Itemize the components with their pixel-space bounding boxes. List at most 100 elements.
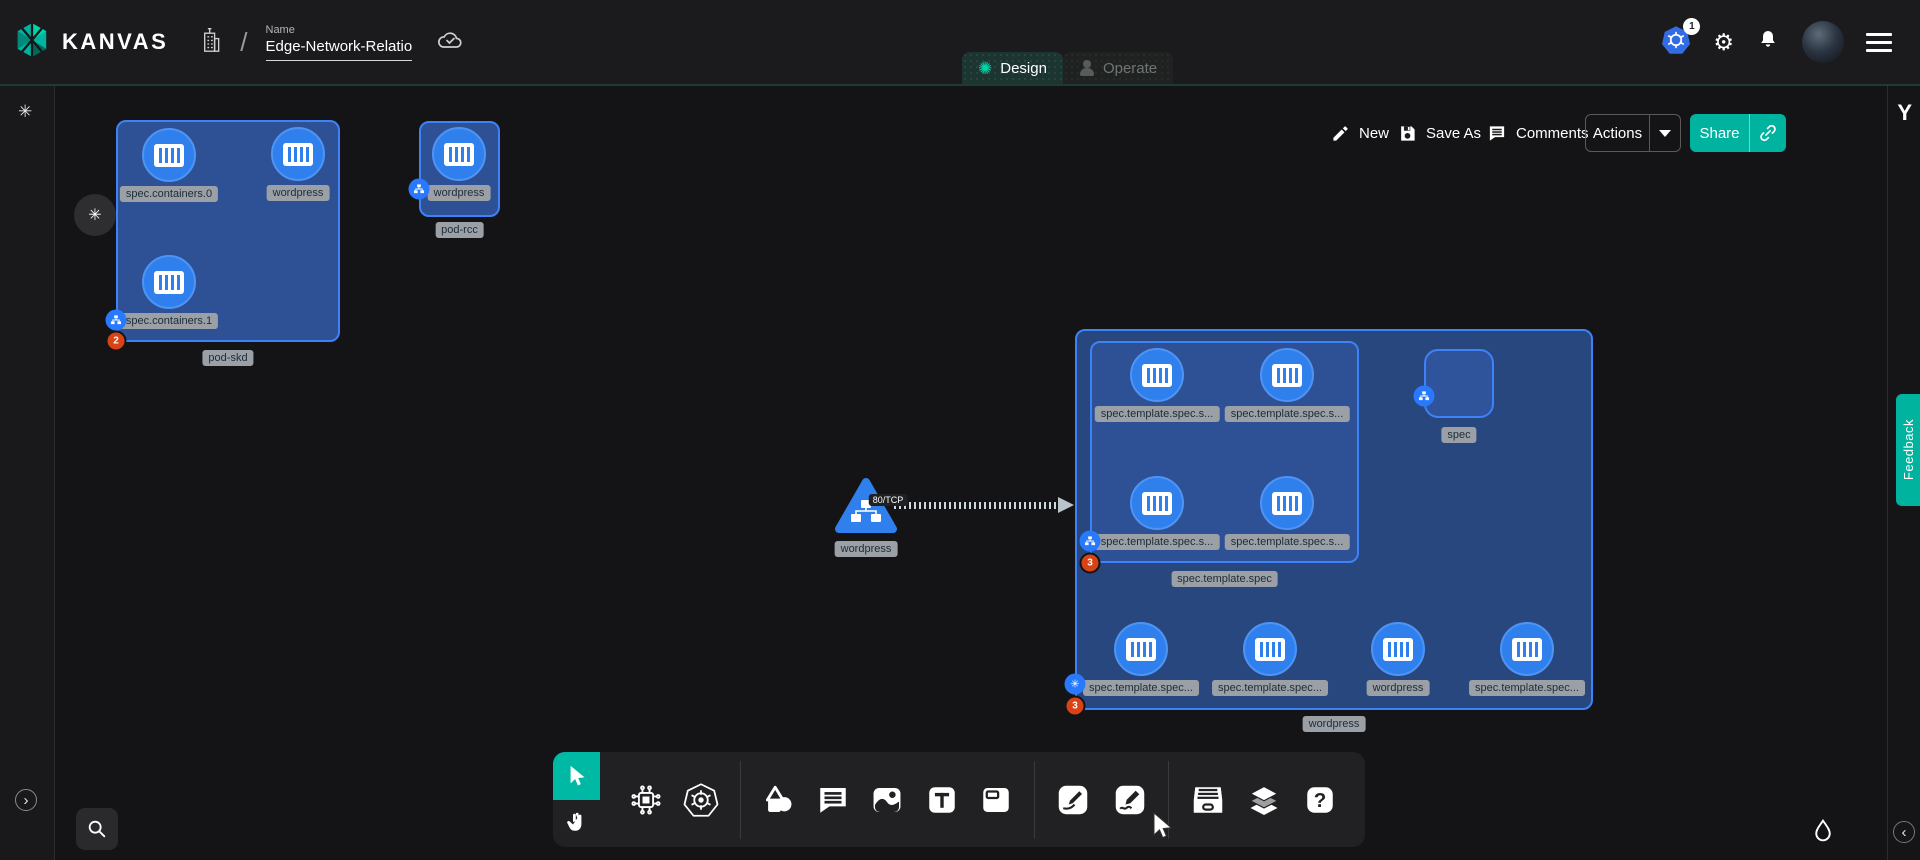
container-icon bbox=[1272, 364, 1302, 387]
group-label-pod-rcc: pod-rcc bbox=[435, 222, 484, 238]
actions-button[interactable]: Actions bbox=[1585, 114, 1681, 152]
tab-design[interactable]: ✺ Design bbox=[962, 52, 1063, 84]
pan-tool[interactable] bbox=[553, 800, 600, 848]
container-icon bbox=[1512, 638, 1542, 661]
relationship-badge[interactable] bbox=[1080, 531, 1101, 552]
kubernetes-context-button[interactable]: 1 bbox=[1661, 25, 1691, 60]
toolbar-divider bbox=[740, 761, 741, 839]
container-node[interactable] bbox=[1371, 622, 1425, 676]
archive-tool[interactable] bbox=[1190, 782, 1226, 818]
container-label: spec.template.spec.s... bbox=[1225, 534, 1350, 550]
group-spec[interactable] bbox=[1424, 349, 1494, 418]
new-button[interactable]: New bbox=[1331, 113, 1389, 153]
edge-wordpress-service[interactable] bbox=[894, 502, 1058, 509]
service-node[interactable] bbox=[833, 476, 899, 541]
cursor-arrow-icon bbox=[566, 764, 588, 788]
notifications-bell-icon[interactable] bbox=[1756, 28, 1780, 57]
tab-operate[interactable]: Operate bbox=[1063, 52, 1173, 84]
ink-drop-icon[interactable] bbox=[1810, 818, 1836, 853]
group-label-spec-template-spec: spec.template.spec bbox=[1171, 571, 1278, 587]
collapse-right-panel-button[interactable]: ‹ bbox=[1893, 821, 1915, 843]
comment-icon bbox=[1487, 124, 1507, 143]
shapes-tool[interactable] bbox=[761, 783, 795, 817]
kanvas-logo-icon[interactable] bbox=[16, 22, 48, 63]
share-button[interactable]: Share bbox=[1690, 114, 1786, 152]
relationship-badge[interactable] bbox=[106, 310, 127, 331]
container-node[interactable] bbox=[1500, 622, 1554, 676]
user-avatar[interactable] bbox=[1802, 21, 1844, 63]
pen-line-icon bbox=[1055, 782, 1091, 818]
layers-icon bbox=[1246, 782, 1282, 818]
kubernetes-count-badge: 1 bbox=[1683, 18, 1700, 35]
magnifier-icon bbox=[86, 818, 108, 840]
zoom-button[interactable] bbox=[76, 808, 118, 850]
comments-button[interactable]: Comments bbox=[1487, 113, 1589, 153]
comment-bubble-icon bbox=[816, 783, 850, 817]
pencil-tool[interactable] bbox=[1112, 782, 1148, 818]
image-tool[interactable] bbox=[870, 783, 904, 817]
bottom-toolbar: ? bbox=[553, 752, 1365, 847]
organization-icon[interactable] bbox=[200, 26, 222, 58]
container-label: spec.template.spec.s... bbox=[1225, 406, 1350, 422]
hamburger-menu-icon[interactable] bbox=[1866, 33, 1892, 52]
comment-tool[interactable] bbox=[816, 783, 850, 817]
group-label-pod-skd: pod-skd bbox=[202, 350, 253, 366]
container-label: spec.template.spec.s... bbox=[1095, 534, 1220, 550]
count-badge[interactable]: 2 bbox=[106, 331, 127, 352]
service-label: wordpress bbox=[835, 541, 898, 557]
shapes-icon bbox=[761, 783, 795, 817]
settings-gear-icon[interactable]: ⚙ bbox=[1713, 31, 1734, 54]
svg-text:?: ? bbox=[1313, 789, 1326, 812]
relationship-badge[interactable]: ✳ bbox=[1065, 674, 1086, 695]
container-node[interactable] bbox=[1243, 622, 1297, 676]
tab-operate-label: Operate bbox=[1103, 60, 1157, 77]
pen-tool[interactable] bbox=[1055, 782, 1091, 818]
container-label: spec.containers.1 bbox=[120, 313, 218, 329]
tree-view-icon[interactable]: Y bbox=[1897, 100, 1912, 126]
chevron-down-icon[interactable] bbox=[1659, 130, 1671, 137]
container-icon bbox=[1272, 492, 1302, 515]
kanvas-app: KANVAS / Name Edge-Network-Relatio bbox=[0, 0, 1920, 860]
container-node[interactable] bbox=[142, 255, 196, 309]
toolbar-divider bbox=[1034, 761, 1035, 839]
toolbar-divider bbox=[1168, 761, 1169, 839]
container-node[interactable] bbox=[1260, 348, 1314, 402]
group-label-wordpress-deployment: wordpress bbox=[1303, 716, 1366, 732]
container-icon bbox=[1142, 364, 1172, 387]
kubernetes-helm-icon bbox=[683, 782, 719, 818]
container-label: spec.template.spec.s... bbox=[1095, 406, 1220, 422]
note-tool[interactable] bbox=[979, 783, 1013, 817]
design-action-bar: New Save As Comments bbox=[0, 113, 1887, 153]
button-divider bbox=[1649, 114, 1650, 152]
toolbar-icons: ? bbox=[600, 752, 1365, 847]
drawer-icon bbox=[1190, 782, 1226, 818]
actions-button-label: Actions bbox=[1586, 125, 1649, 142]
design-name-field[interactable]: Name Edge-Network-Relatio bbox=[266, 24, 413, 61]
breadcrumb-separator: / bbox=[240, 27, 247, 58]
component-tool[interactable] bbox=[629, 783, 663, 817]
layers-tool[interactable] bbox=[1246, 782, 1282, 818]
select-tool[interactable] bbox=[553, 752, 600, 800]
container-icon bbox=[1255, 638, 1285, 661]
text-tool[interactable] bbox=[925, 783, 959, 817]
kubernetes-tool[interactable] bbox=[683, 782, 719, 818]
save-as-button[interactable]: Save As bbox=[1398, 113, 1481, 153]
link-icon[interactable] bbox=[1758, 123, 1778, 143]
container-label: wordpress bbox=[428, 185, 491, 201]
container-label: wordpress bbox=[1367, 680, 1430, 696]
new-button-label: New bbox=[1359, 125, 1389, 142]
design-name-value[interactable]: Edge-Network-Relatio bbox=[266, 38, 413, 61]
diagram-layer[interactable]: pod-skd2pod-rccwordpress✳3spec.template.… bbox=[0, 86, 1887, 860]
count-badge[interactable]: 3 bbox=[1065, 696, 1086, 717]
help-tool[interactable]: ? bbox=[1303, 783, 1337, 817]
relationship-badge[interactable] bbox=[1414, 386, 1435, 407]
container-node[interactable] bbox=[1130, 476, 1184, 530]
container-node[interactable] bbox=[1260, 476, 1314, 530]
relationship-badge[interactable] bbox=[409, 179, 430, 200]
count-badge[interactable]: 3 bbox=[1080, 553, 1101, 574]
group-label-spec: spec bbox=[1441, 427, 1476, 443]
container-node[interactable] bbox=[1114, 622, 1168, 676]
container-node[interactable] bbox=[1130, 348, 1184, 402]
flower-node-button[interactable]: ✳ bbox=[74, 194, 116, 236]
feedback-tab[interactable]: Feedback bbox=[1896, 394, 1920, 506]
